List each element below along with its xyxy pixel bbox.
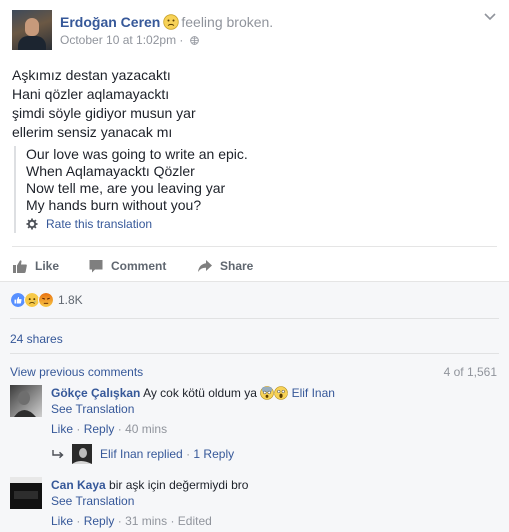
replied-label[interactable]: replied: [147, 447, 183, 461]
share-button[interactable]: Share: [197, 254, 253, 278]
scared-face-icon: [260, 386, 275, 400]
thumbs-up-icon: [13, 260, 27, 273]
replies-count-link[interactable]: 1 Reply: [193, 447, 234, 461]
comment-reply-link[interactable]: Reply: [84, 422, 115, 436]
comment-button[interactable]: Comment: [88, 254, 166, 278]
view-previous-comments-link[interactable]: View previous comments: [10, 365, 143, 379]
comment-author[interactable]: Gökçe Çalışkan: [51, 386, 140, 400]
like-label: Like: [35, 259, 60, 273]
replies-row[interactable]: Elif Inan replied · 1 Reply: [52, 444, 234, 464]
post-meta: October 10 at 1:02pm ·: [60, 33, 199, 47]
feeling-text: feeling broken.: [181, 14, 274, 30]
meta-separator: ·: [186, 447, 191, 461]
comment-text: bir aşk için değermiydi bro: [109, 478, 249, 492]
reaction-count: 1.8K: [58, 293, 83, 307]
translation-line: When Aqlamayacktı Qözler: [26, 163, 195, 179]
reactions-summary[interactable]: 1.8K: [10, 292, 83, 308]
meta-separator: ·: [76, 514, 81, 528]
translation-block: Our love was going to write an epic. Whe…: [14, 146, 497, 233]
see-translation-link[interactable]: See Translation: [51, 401, 335, 417]
translation-line: My hands burn without you?: [26, 197, 202, 213]
reply-arrow-icon: [52, 450, 64, 459]
divider: [10, 318, 499, 319]
meta-separator: ·: [76, 422, 81, 436]
meta-separator: ·: [117, 514, 122, 528]
meta-separator: ·: [179, 33, 184, 47]
comment-author[interactable]: Can Kaya: [51, 478, 106, 492]
comment-body: Gökçe Çalışkan Ay cok kötü oldum ya Elif…: [51, 385, 335, 437]
tagged-user[interactable]: Elif Inan: [292, 386, 335, 400]
rate-translation-link[interactable]: Rate this translation: [26, 215, 497, 233]
author-avatar[interactable]: [12, 10, 52, 50]
avatar[interactable]: [72, 444, 92, 464]
meta-separator: ·: [117, 422, 122, 436]
shares-link[interactable]: 24 shares: [10, 332, 63, 346]
post-timestamp[interactable]: October 10 at 1:02pm: [60, 33, 176, 47]
post-text: Aşkımız destan yazacaktı Hani qözler aql…: [12, 66, 196, 142]
post-line: şimdi söyle gidiyor musun yar: [12, 105, 196, 121]
screaming-face-icon: [274, 386, 289, 400]
reply-author[interactable]: Elif Inan: [100, 447, 143, 461]
translation-line: Our love was going to write an epic.: [26, 146, 248, 162]
author-name[interactable]: Erdoğan Ceren: [60, 14, 160, 30]
share-label: Share: [220, 259, 254, 273]
angry-reaction-icon: [38, 292, 54, 308]
comment-reply-link[interactable]: Reply: [84, 514, 115, 528]
share-arrow-icon: [198, 260, 212, 272]
post-line: Hani qözler aqlamayacktı: [12, 86, 170, 102]
comment-text: Ay cok kötü oldum ya: [143, 386, 257, 400]
sad-face-icon: [163, 14, 180, 30]
avatar[interactable]: [10, 477, 42, 509]
post-line: ellerim sensiz yanacak mı: [12, 124, 173, 140]
divider: [10, 353, 499, 354]
see-translation-link[interactable]: See Translation: [51, 493, 248, 509]
divider: [12, 246, 497, 247]
comment-like-link[interactable]: Like: [51, 514, 73, 528]
post-line: Aşkımız destan yazacaktı: [12, 67, 171, 83]
author-line: Erdoğan Ceren feeling broken.: [60, 14, 273, 30]
comment-time[interactable]: 40 mins: [125, 422, 167, 436]
like-button[interactable]: Like: [12, 254, 59, 278]
avatar[interactable]: [10, 385, 42, 417]
comment-body: Can Kaya bir aşk için değermiydi bro See…: [51, 477, 248, 529]
translation-line: Now tell me, are you leaving yar: [26, 180, 226, 196]
gear-icon: [26, 218, 38, 230]
meta-separator: ·: [170, 514, 175, 528]
comments-pager: 4 of 1,561: [443, 365, 497, 379]
action-bar: Like Comment Share: [0, 254, 509, 278]
comment-time[interactable]: 31 mins: [125, 514, 167, 528]
edited-label[interactable]: Edited: [178, 514, 212, 528]
comment-icon: [89, 260, 103, 273]
rate-translation-label: Rate this translation: [46, 216, 153, 231]
comment-label: Comment: [111, 259, 167, 273]
post-header: Erdoğan Ceren feeling broken. October 10 …: [12, 10, 497, 52]
comment-like-link[interactable]: Like: [51, 422, 73, 436]
globe-icon[interactable]: [189, 36, 199, 45]
chevron-down-icon[interactable]: [483, 12, 497, 22]
